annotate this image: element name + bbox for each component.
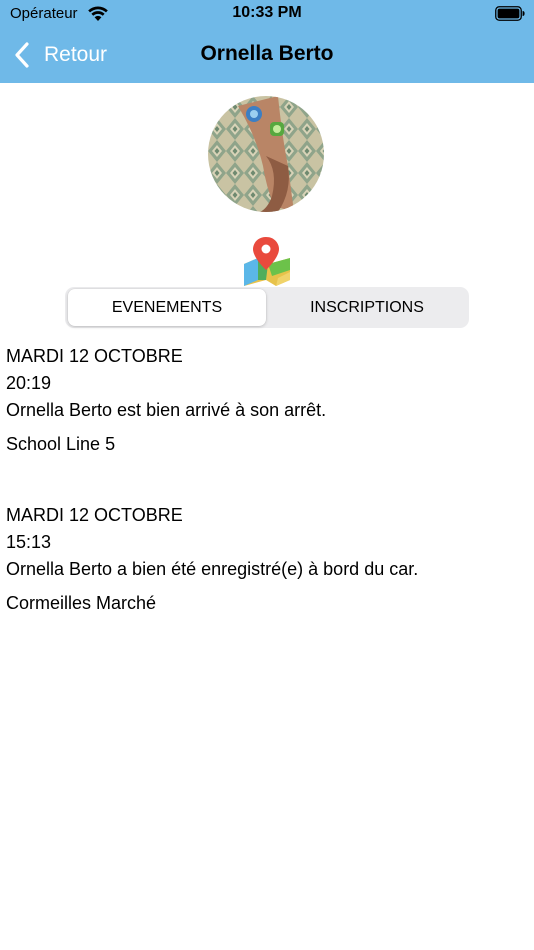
header: Opérateur 10:33 PM Retour Ornella Berto [0,0,534,83]
tab-inscriptions[interactable]: INSCRIPTIONS [268,289,466,326]
list-item: MARDI 12 OCTOBRE 20:19 Ornella Berto est… [6,343,526,456]
navigation-bar: Retour Ornella Berto [0,30,534,80]
status-time: 10:33 PM [232,4,302,21]
avatar-image [208,96,324,212]
list-item: MARDI 12 OCTOBRE 15:13 Ornella Berto a b… [6,502,526,615]
event-date: MARDI 12 OCTOBRE [6,505,183,525]
avatar [208,96,324,212]
event-stop: School Line 5 [6,434,116,454]
event-message: Ornella Berto a bien été enregistré(e) à… [6,559,419,579]
map-pin-icon[interactable] [242,236,292,286]
event-time: 20:19 [6,373,52,393]
tab-evenements[interactable]: EVENEMENTS [68,289,266,326]
event-message: Ornella Berto est bien arrivé à son arrê… [6,400,327,420]
event-time: 15:13 [6,532,52,552]
event-stop: Cormeilles Marché [6,593,157,613]
status-bar: Opérateur 10:33 PM [0,0,534,28]
battery-icon [495,6,525,21]
page-title: Ornella Berto [200,42,334,65]
event-date: MARDI 12 OCTOBRE [6,346,183,366]
tab-bar: EVENEMENTS INSCRIPTIONS [65,287,469,328]
